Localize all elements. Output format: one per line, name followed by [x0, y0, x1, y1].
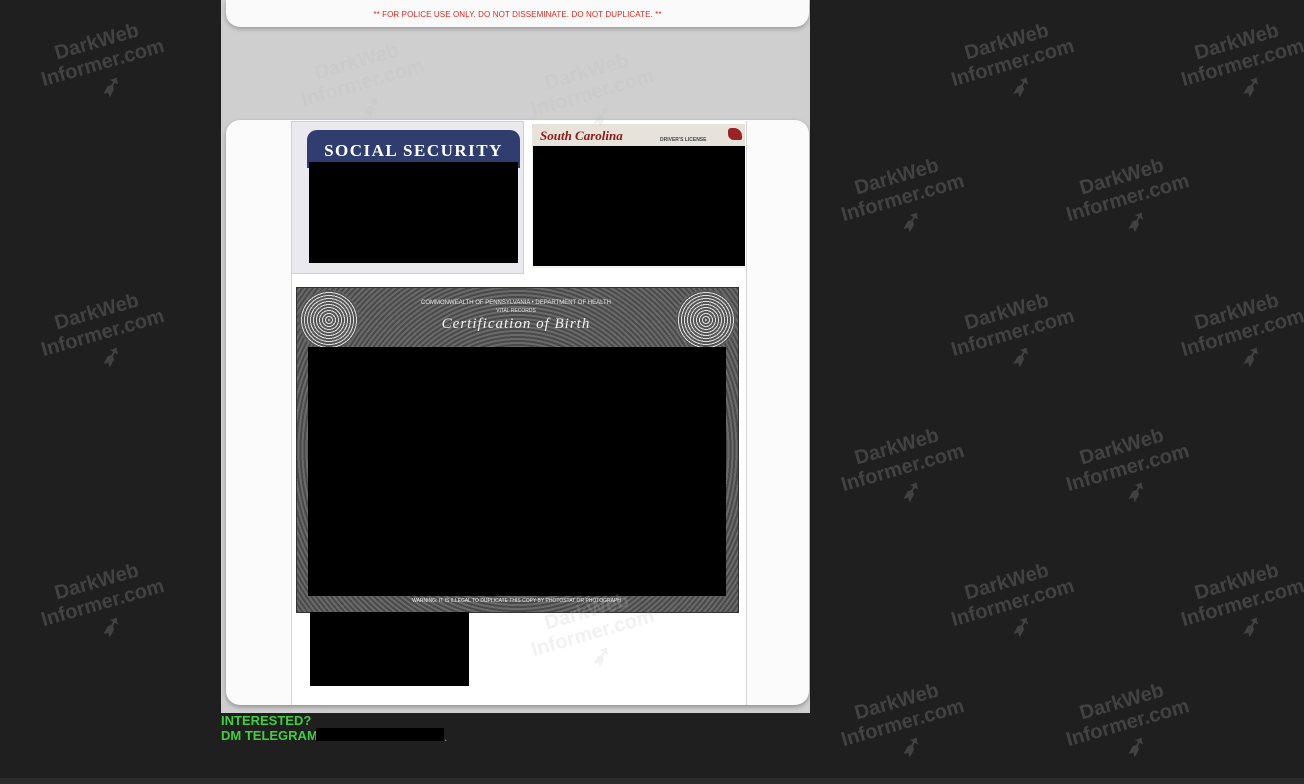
birth-cert-redaction [308, 347, 726, 596]
bird-logo-icon: ➶ [1121, 474, 1148, 509]
bird-logo-icon: ➶ [896, 729, 923, 764]
watermark: DarkWeb Informer.com ➶ [833, 674, 974, 776]
watermark: DarkWeb Informer.com ➶ [1058, 419, 1199, 521]
watermark: DarkWeb Informer.com ➶ [943, 14, 1084, 116]
rosette-right-icon [676, 290, 736, 350]
watermark: DarkWeb Informer.com ➶ [33, 554, 174, 656]
watermark: DarkWeb Informer.com ➶ [943, 284, 1084, 386]
bird-logo-icon: ➶ [1121, 729, 1148, 764]
bird-logo-icon: ➶ [1006, 609, 1033, 644]
watermark: DarkWeb Informer.com ➶ [833, 149, 974, 251]
license-state-name: South Carolina [540, 128, 623, 143]
watermark: DarkWeb Informer.com ➶ [1173, 284, 1304, 386]
birth-cert-warning: WARNING: IT IS ILLEGAL TO DUPLICATE THIS… [412, 598, 621, 604]
birth-cert-title: Certification of Birth [441, 316, 591, 332]
bird-logo-icon: ➶ [896, 204, 923, 239]
interested-prompt: INTERESTED? [221, 713, 312, 728]
birth-cert-department: COMMONWEALTH OF PENNSYLVANIA • DEPARTMEN… [420, 300, 611, 306]
watermark: DarkWeb Informer.com ➶ [33, 284, 174, 386]
bird-logo-icon: ➶ [1006, 339, 1033, 374]
police-report-header: ** FOR POLICE USE ONLY. DO NOT DISSEMINA… [226, 0, 809, 27]
bird-logo-icon: ➶ [96, 339, 123, 374]
bird-logo-icon: ➶ [1236, 609, 1263, 644]
palmetto-emblem-icon [728, 128, 742, 140]
watermark: DarkWeb Informer.com ➶ [833, 419, 974, 521]
telegram-label: DM TELEGRAM: [221, 728, 323, 743]
bottom-divider [0, 778, 1304, 784]
bird-logo-icon: ➶ [96, 69, 123, 104]
bird-logo-icon: ➶ [1121, 204, 1148, 239]
ssn-redaction [309, 162, 518, 263]
license-redaction [533, 146, 745, 266]
license-type-label: DRIVER'S LICENSE [660, 137, 707, 143]
watermark: DarkWeb Informer.com ➶ [1173, 554, 1304, 656]
police-use-notice: ** FOR POLICE USE ONLY. DO NOT DISSEMINA… [373, 10, 662, 19]
watermark: DarkWeb Informer.com ➶ [1058, 674, 1199, 776]
bird-logo-icon: ➶ [96, 609, 123, 644]
bird-logo-icon: ➶ [1006, 69, 1033, 104]
telegram-trailing-dot: . [444, 730, 448, 744]
watermark: DarkWeb Informer.com ➶ [33, 14, 174, 116]
rosette-left-icon [299, 290, 359, 350]
watermark: DarkWeb Informer.com ➶ [943, 554, 1084, 656]
bird-logo-icon: ➶ [896, 474, 923, 509]
bird-logo-icon: ➶ [1236, 339, 1263, 374]
bird-logo-icon: ➶ [1236, 69, 1263, 104]
telegram-handle-redacted [316, 728, 444, 741]
watermark: DarkWeb Informer.com ➶ [1058, 149, 1199, 251]
watermark: DarkWeb Informer.com ➶ [1173, 14, 1304, 116]
signature-redaction [310, 612, 469, 686]
